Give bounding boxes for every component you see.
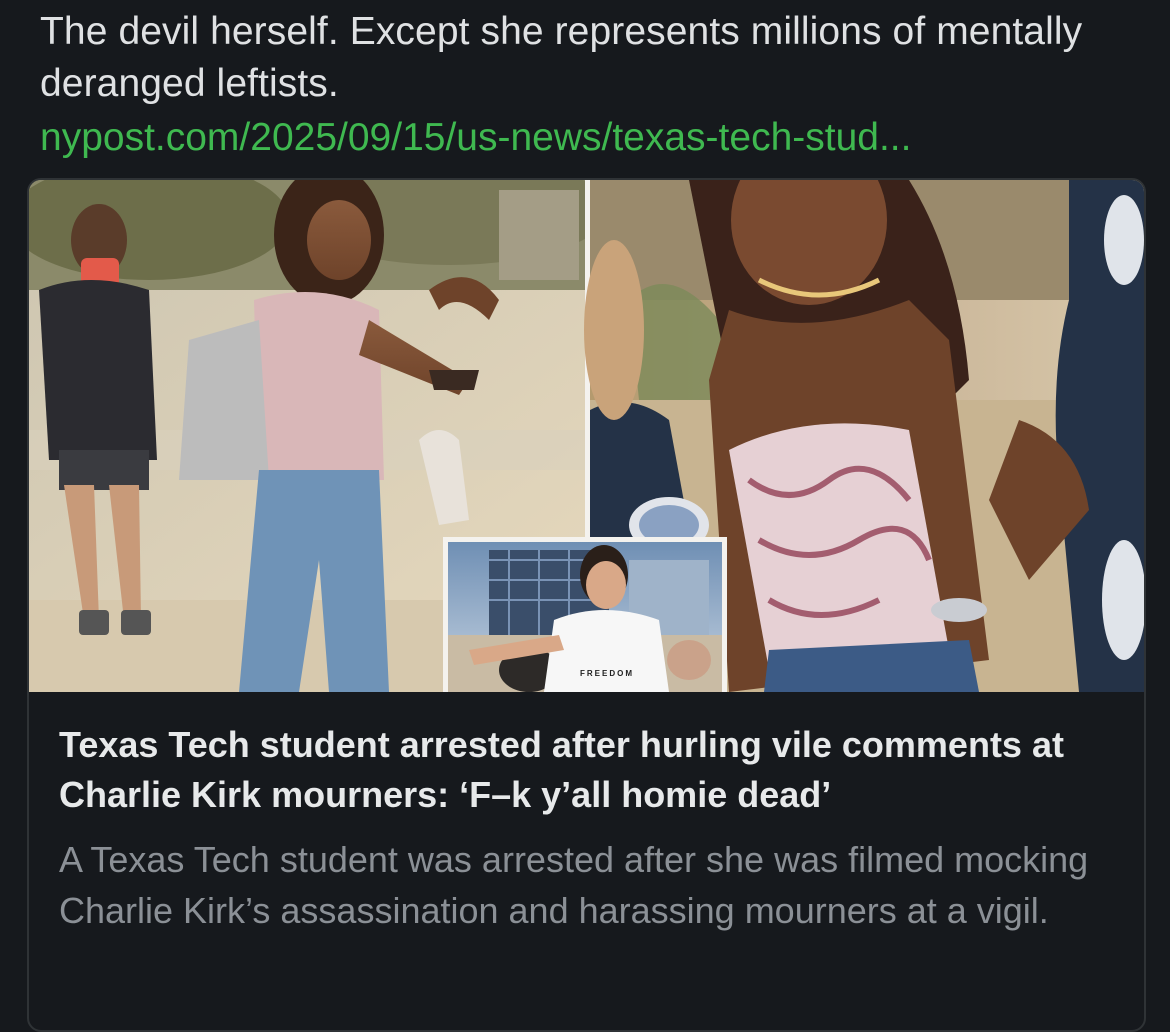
link-preview-card[interactable]: FREEDOM Texas Tech student arrested afte… (27, 178, 1146, 1032)
inset-shirt-text: FREEDOM (580, 669, 634, 678)
article-thumbnail[interactable]: FREEDOM (29, 180, 1144, 692)
post-text: The devil herself. Except she represents… (40, 10, 1083, 105)
card-description: A Texas Tech student was arrested after … (59, 839, 1089, 931)
inset-photo: FREEDOM (443, 537, 727, 692)
card-title[interactable]: Texas Tech student arrested after hurlin… (59, 720, 1129, 820)
article-link[interactable]: nypost.com/2025/09/15/us-news/texas-tech… (40, 112, 911, 164)
